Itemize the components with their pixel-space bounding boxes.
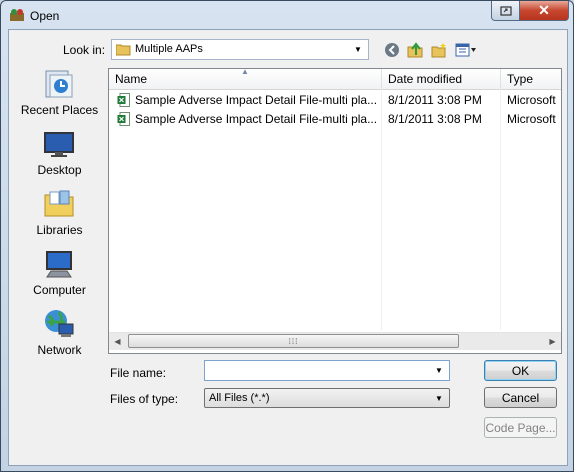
back-button[interactable]	[383, 41, 401, 59]
chevron-down-icon[interactable]: ▼	[351, 41, 365, 58]
place-computer[interactable]: Computer	[12, 248, 107, 304]
column-header-date[interactable]: Date modified	[382, 69, 501, 89]
lookin-label: Look in:	[63, 43, 106, 57]
back-icon	[385, 43, 399, 57]
up-folder-icon	[407, 42, 423, 58]
view-menu-icon	[455, 43, 476, 57]
places-bar: Recent Places Desktop Libraries Computer…	[12, 68, 107, 383]
open-dialog: Open ✕ Look in: Multiple AAPs ▼ Recent P…	[0, 0, 574, 472]
column-header-type[interactable]: Type	[501, 69, 561, 89]
horizontal-scrollbar[interactable]: ◀ ⁞⁞⁞ ▶	[109, 332, 561, 350]
dialog-client: Look in: Multiple AAPs ▼ Recent Places D…	[8, 29, 568, 466]
file-type: Microsoft	[507, 93, 556, 107]
column-header-row: Name ▲ Date modified Type	[109, 69, 561, 90]
desktop-icon	[44, 132, 74, 157]
file-name: Sample Adverse Impact Detail File-multi …	[135, 112, 378, 126]
network-icon	[45, 310, 74, 337]
folder-icon	[116, 44, 131, 56]
new-folder-button[interactable]	[430, 41, 448, 59]
excel-file-icon	[117, 93, 130, 107]
chevron-down-icon[interactable]: ▼	[432, 362, 446, 379]
scroll-left-button[interactable]: ◀	[109, 333, 126, 350]
up-folder-button[interactable]	[406, 41, 424, 59]
cancel-button[interactable]: Cancel	[484, 387, 557, 408]
chevron-down-icon[interactable]: ▼	[432, 390, 446, 407]
place-network[interactable]: Network	[12, 308, 107, 364]
code-page-button[interactable]: Code Page...	[484, 417, 557, 438]
place-libraries[interactable]: Libraries	[12, 188, 107, 244]
close-button[interactable]: ✕	[519, 1, 569, 21]
file-type: Microsoft	[507, 112, 556, 126]
title-bar[interactable]: Open ✕	[1, 1, 573, 29]
filetype-value: All Files (*.*)	[209, 392, 270, 404]
file-list[interactable]: Name ▲ Date modified Type Sample Adverse…	[108, 68, 562, 354]
new-folder-icon	[431, 43, 446, 58]
place-recent-places[interactable]: Recent Places	[12, 68, 107, 124]
excel-file-icon	[117, 112, 130, 126]
scroll-right-button[interactable]: ▶	[544, 333, 561, 350]
help-icon	[499, 5, 512, 16]
column-header-name[interactable]: Name ▲	[109, 69, 382, 89]
lookin-dropdown[interactable]: Multiple AAPs ▼	[111, 39, 369, 60]
recent-places-icon	[45, 70, 73, 98]
ok-button[interactable]: OK	[484, 360, 557, 381]
filetype-label: Files of type:	[110, 392, 179, 406]
filetype-dropdown[interactable]: All Files (*.*) ▼	[204, 388, 450, 408]
window-title: Open	[30, 9, 60, 23]
file-date: 8/1/2011 3:08 PM	[388, 93, 482, 107]
file-date: 8/1/2011 3:08 PM	[388, 112, 482, 126]
filename-input[interactable]: ▼	[204, 360, 450, 381]
libraries-icon	[44, 190, 74, 217]
sort-ascending-icon: ▲	[241, 68, 249, 76]
place-label: Libraries	[36, 223, 83, 237]
computer-icon	[46, 251, 72, 278]
app-icon	[10, 9, 24, 21]
help-button[interactable]	[491, 1, 520, 21]
place-label: Computer	[33, 283, 86, 297]
scroll-thumb[interactable]: ⁞⁞⁞	[128, 334, 459, 348]
file-row[interactable]: Sample Adverse Impact Detail File-multi …	[109, 110, 561, 129]
place-label: Desktop	[37, 163, 82, 177]
file-name: Sample Adverse Impact Detail File-multi …	[135, 93, 378, 107]
place-label: Network	[37, 343, 82, 357]
filename-label: File name:	[110, 366, 167, 380]
close-icon: ✕	[538, 2, 550, 18]
lookin-value: Multiple AAPs	[135, 43, 203, 55]
place-desktop[interactable]: Desktop	[12, 128, 107, 184]
view-menu-button[interactable]	[455, 41, 477, 59]
place-label: Recent Places	[20, 103, 99, 117]
file-row[interactable]: Sample Adverse Impact Detail File-multi …	[109, 91, 561, 110]
